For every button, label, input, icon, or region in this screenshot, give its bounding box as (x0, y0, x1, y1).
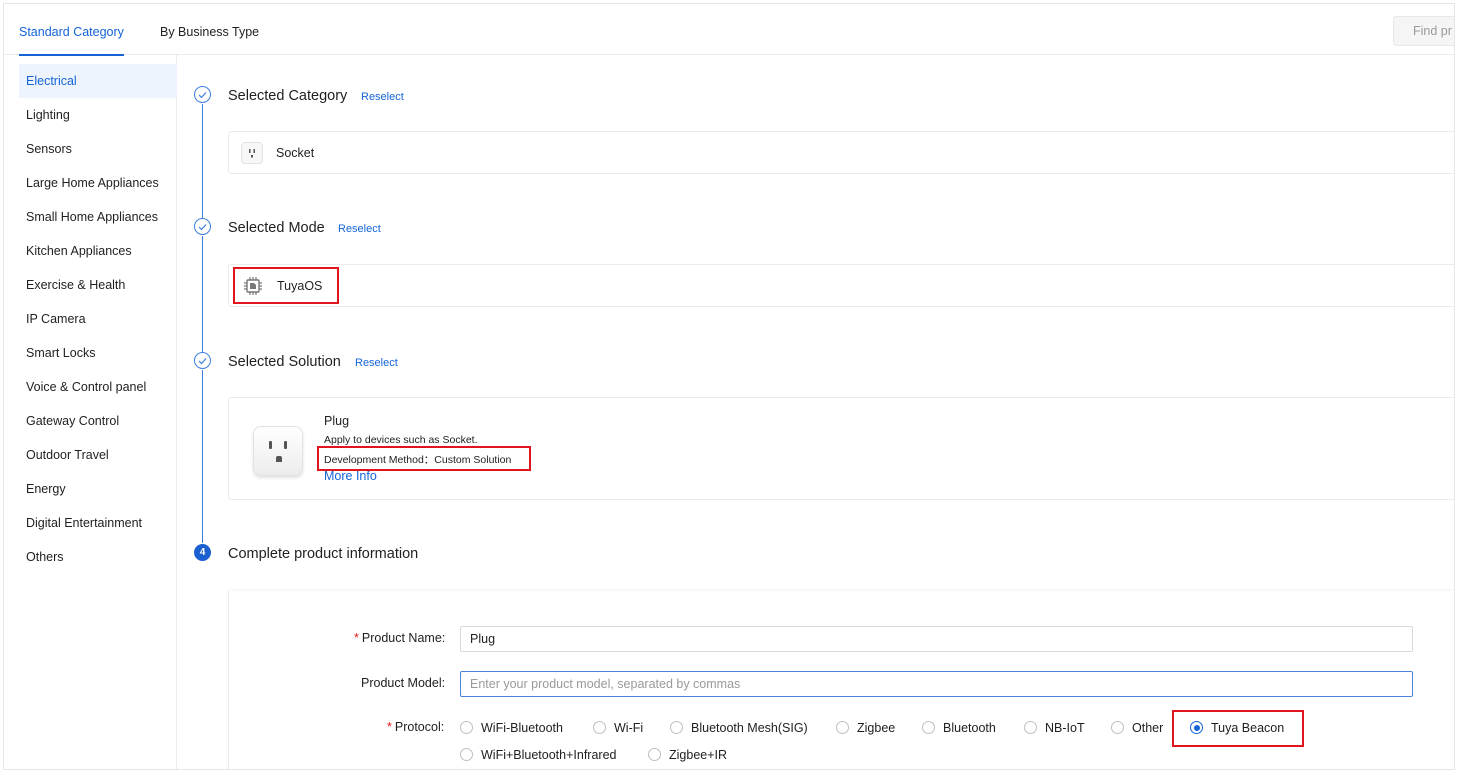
category-sidebar: Electrical Lighting Sensors Large Home A… (4, 55, 177, 769)
radio-circle[interactable] (922, 721, 935, 734)
highlight-box (317, 446, 531, 471)
find-product-button[interactable]: Find pr (1393, 16, 1454, 46)
plug-slot (269, 441, 272, 449)
tab-standard-category[interactable]: Standard Category (19, 4, 124, 56)
radio-circle[interactable] (460, 748, 473, 761)
plug-icon (253, 426, 303, 476)
product-model-input[interactable] (460, 671, 1413, 697)
check-icon (194, 352, 211, 369)
radio-label: Bluetooth Mesh(SIG) (691, 721, 808, 735)
sidebar-item-kitchen-appliances[interactable]: Kitchen Appliances (19, 234, 177, 268)
radio-label: WiFi+Bluetooth+Infrared (481, 748, 617, 762)
socket-icon (241, 142, 263, 164)
app-frame: Standard Category By Business Type Find … (3, 3, 1455, 770)
protocol-label: * Protocol: (387, 720, 445, 734)
sidebar-item-gateway-control[interactable]: Gateway Control (19, 404, 177, 438)
sidebar-item-small-home-appliances[interactable]: Small Home Appliances (19, 200, 177, 234)
sidebar-item-ip-camera[interactable]: IP Camera (19, 302, 177, 336)
radio-circle[interactable] (1111, 721, 1124, 734)
radio-label: Wi-Fi (614, 721, 644, 735)
selected-category-value: Socket (276, 146, 315, 160)
selected-mode-card: TuyaOS (228, 264, 1454, 307)
sidebar-item-energy[interactable]: Energy (19, 472, 177, 506)
step-connector-line (202, 104, 203, 221)
check-icon (194, 218, 211, 235)
product-name-field[interactable] (470, 628, 1412, 650)
product-model-label-text: Product Model (361, 676, 442, 690)
sidebar-item-exercise-health[interactable]: Exercise & Health (19, 268, 177, 302)
solution-description: Apply to devices such as Socket. (324, 434, 478, 446)
product-name-label: * Product Name: (354, 631, 446, 645)
step-title-selected-mode: Selected Mode (228, 220, 325, 236)
step-title-selected-category: Selected Category (228, 88, 348, 104)
plug-ground (276, 456, 282, 462)
product-name-input[interactable] (460, 626, 1413, 652)
radio-circle[interactable] (648, 748, 661, 761)
radio-label: Zigbee (857, 721, 896, 735)
top-tab-bar: Standard Category By Business Type (4, 4, 1454, 56)
radio-label: WiFi-Bluetooth (481, 721, 563, 735)
sidebar-item-sensors[interactable]: Sensors (19, 132, 177, 166)
radio-label: Other (1132, 721, 1164, 735)
reselect-mode-link[interactable]: Reselect (338, 223, 381, 235)
plug-slot (284, 441, 287, 449)
required-marker: * (387, 720, 392, 734)
step-title-selected-solution: Selected Solution (228, 354, 341, 370)
step-connector-line (202, 236, 203, 354)
sidebar-item-voice-control-panel[interactable]: Voice & Control panel (19, 370, 177, 404)
radio-circle[interactable] (593, 721, 606, 734)
selected-category-card: Socket (228, 131, 1454, 174)
reselect-solution-link[interactable]: Reselect (355, 357, 398, 369)
radio-circle[interactable] (836, 721, 849, 734)
step-title-complete-product-info: Complete product information (228, 546, 419, 562)
sidebar-item-large-home-appliances[interactable]: Large Home Appliances (19, 166, 177, 200)
more-info-link[interactable]: More Info (324, 469, 377, 483)
step-number-badge: 4 (194, 544, 211, 561)
sidebar-item-outdoor-travel[interactable]: Outdoor Travel (19, 438, 177, 472)
product-name-label-text: Product Name (361, 631, 442, 645)
sidebar-item-digital-entertainment[interactable]: Digital Entertainment (19, 506, 177, 540)
radio-circle[interactable] (1024, 721, 1037, 734)
sidebar-item-others[interactable]: Others (19, 540, 177, 574)
radio-label: Zigbee+IR (669, 748, 728, 762)
check-icon (194, 86, 211, 103)
radio-circle[interactable] (460, 721, 473, 734)
radio-label: Bluetooth (943, 721, 996, 735)
solution-name: Plug (324, 414, 350, 428)
required-marker: * (354, 631, 359, 645)
highlight-box (1172, 710, 1304, 747)
sidebar-item-lighting[interactable]: Lighting (19, 98, 177, 132)
product-model-field[interactable] (470, 673, 1412, 695)
tab-by-business-type[interactable]: By Business Type (160, 4, 259, 55)
reselect-category-link[interactable]: Reselect (361, 91, 404, 103)
highlight-box (233, 267, 339, 304)
protocol-label-text: Protocol (394, 720, 441, 734)
radio-circle[interactable] (670, 721, 683, 734)
sidebar-item-electrical[interactable]: Electrical (19, 64, 177, 98)
sidebar-item-smart-locks[interactable]: Smart Locks (19, 336, 177, 370)
product-model-label: Product Model: (361, 676, 446, 690)
step-connector-line (202, 370, 203, 543)
radio-label: NB-IoT (1045, 721, 1085, 735)
